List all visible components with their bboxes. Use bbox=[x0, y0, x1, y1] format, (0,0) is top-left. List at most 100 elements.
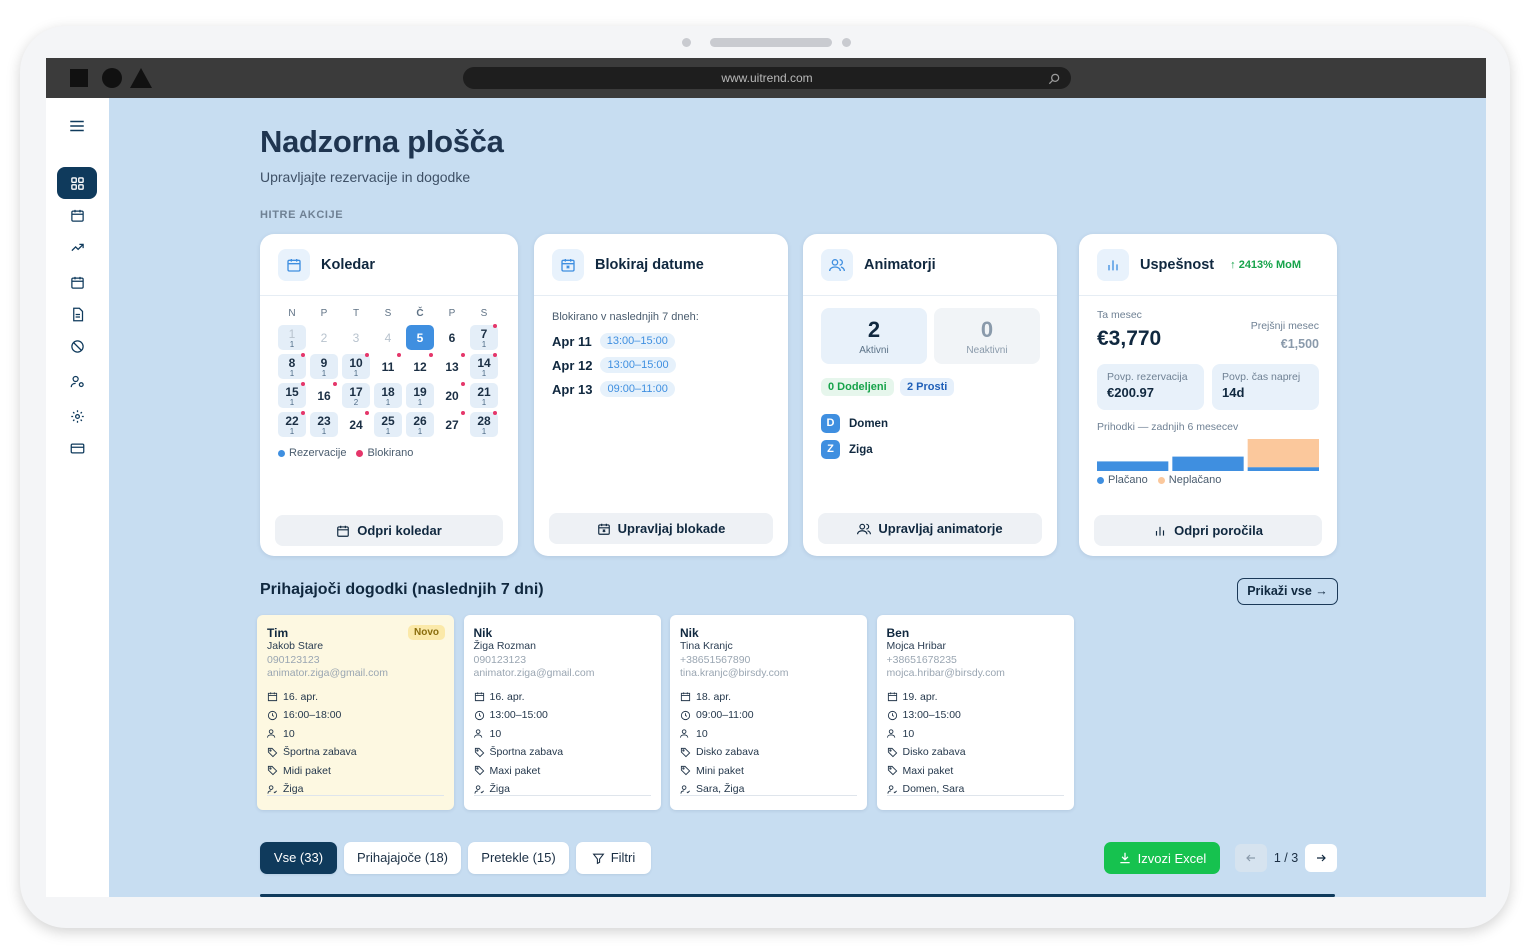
calendar-day[interactable]: 4 bbox=[374, 325, 402, 350]
active-label: Aktivni bbox=[859, 345, 889, 356]
blocked-time: 13:00–15:00 bbox=[600, 357, 676, 373]
event-card[interactable]: Nik Žiga Rozman 090123123 animator.ziga@gma… bbox=[463, 615, 661, 810]
event-type: Športna zabava bbox=[474, 743, 651, 762]
next-page-button[interactable] bbox=[1305, 844, 1337, 872]
calendar-day[interactable]: 14 1 bbox=[470, 353, 498, 379]
clock-icon bbox=[887, 710, 897, 720]
show-all-button[interactable]: Prikaži vse → bbox=[1237, 578, 1338, 605]
credit-card-icon[interactable] bbox=[57, 432, 97, 464]
calendar-day[interactable]: 28 1 bbox=[470, 411, 498, 437]
divider bbox=[473, 795, 651, 796]
open-calendar-button[interactable]: Odpri koledar bbox=[275, 515, 503, 546]
divider bbox=[886, 795, 1064, 796]
dashboard-icon[interactable] bbox=[57, 167, 97, 199]
reservation-count: 1 bbox=[385, 398, 391, 407]
blocked-dot bbox=[301, 411, 305, 415]
user-check-icon bbox=[267, 785, 277, 794]
tag-icon bbox=[680, 766, 691, 776]
open-reports-button[interactable]: Odpri poročila bbox=[1094, 515, 1322, 546]
screen: www.uitrend.com Nadzorna plošča Upravlja… bbox=[46, 58, 1486, 897]
prev-month-label: Prejšnji mesec bbox=[1250, 320, 1319, 332]
manage-animators-button[interactable]: Upravljaj animatorje bbox=[818, 513, 1042, 544]
animator-item[interactable]: D Domen bbox=[821, 414, 888, 433]
day-number: 26 bbox=[413, 414, 427, 428]
animator-name: Domen bbox=[849, 417, 888, 430]
sensor-dot bbox=[842, 38, 851, 47]
blocked-icon[interactable] bbox=[57, 330, 97, 362]
calendar-day[interactable]: 11 bbox=[374, 353, 402, 379]
calendar-day[interactable]: 27 bbox=[438, 411, 466, 437]
calendar-day[interactable]: 2 bbox=[310, 325, 338, 350]
calendar-day[interactable]: 11 bbox=[278, 325, 306, 350]
filter-upcoming-button[interactable]: Prihajajoče (18) bbox=[344, 842, 461, 874]
day-number: 16 bbox=[317, 389, 331, 403]
avatar: Z bbox=[821, 440, 840, 459]
event-card[interactable]: Nik Tina Kranjc +38651567890 tina.kranjc@bi… bbox=[670, 615, 867, 810]
bar-chart-icon bbox=[1155, 526, 1165, 536]
customer-phone: +38651567890 bbox=[680, 653, 751, 666]
event-card[interactable]: Ben Mojca Hribar +38651678235 mojca.hribar@… bbox=[876, 615, 1074, 810]
new-badge: Novo bbox=[408, 625, 445, 640]
gear-icon[interactable] bbox=[57, 400, 97, 432]
avg-reservation-stat: Povp. rezervacija €200.97 bbox=[1097, 364, 1204, 410]
calendar-day[interactable]: 22 1 bbox=[278, 411, 306, 437]
calendar-day[interactable]: 23 1 bbox=[310, 412, 338, 437]
event-date-value: 16. apr. bbox=[489, 690, 525, 703]
event-date: 19. apr. bbox=[887, 688, 1064, 707]
calendar-day[interactable]: 12 bbox=[406, 353, 434, 379]
calendar-day[interactable]: 21 1 bbox=[470, 383, 498, 408]
document-icon[interactable] bbox=[57, 298, 97, 330]
filter-all-button[interactable]: Vse (33) bbox=[260, 842, 337, 874]
avg-lead-time-label: Povp. čas naprej bbox=[1222, 371, 1301, 383]
calendar-icon bbox=[267, 692, 278, 702]
filter-past-button[interactable]: Pretekle (15) bbox=[468, 842, 569, 874]
calendar-day[interactable]: 5 bbox=[406, 325, 434, 350]
calendar-day[interactable]: 81 bbox=[278, 353, 306, 379]
address-bar[interactable]: www.uitrend.com bbox=[463, 67, 1071, 89]
calendar-day[interactable]: 13 bbox=[438, 353, 466, 379]
calendar-icon bbox=[887, 692, 897, 702]
calendar-day[interactable]: 6 bbox=[438, 325, 466, 350]
sidebar bbox=[46, 98, 109, 897]
day-number: 22 bbox=[285, 414, 299, 428]
avg-lead-time-value: 14d bbox=[1222, 385, 1245, 400]
calendar-day[interactable]: 17 2 bbox=[342, 383, 370, 408]
upcoming-events-title: Prihajajoči dogodki (naslednjih 7 dni) bbox=[260, 581, 544, 598]
blocked-dot bbox=[429, 353, 433, 357]
users-icon bbox=[821, 248, 853, 281]
calendar-day[interactable]: 25 1 bbox=[374, 412, 402, 437]
event-type: Disko zabava bbox=[680, 743, 857, 762]
day-number: 14 bbox=[477, 356, 491, 370]
search-icon[interactable] bbox=[1047, 71, 1061, 93]
calendar-day[interactable]: 91 bbox=[310, 354, 338, 379]
calendar-day[interactable]: 24 bbox=[342, 411, 370, 437]
menu-icon[interactable] bbox=[57, 110, 97, 142]
event-animators-value: Žiga bbox=[283, 783, 304, 796]
circle-shape-icon bbox=[102, 68, 122, 88]
calendar-day[interactable]: 71 bbox=[470, 324, 498, 350]
tag-icon bbox=[887, 766, 897, 776]
calendar-day[interactable]: 20 bbox=[438, 382, 466, 408]
calendar-day[interactable]: 16 bbox=[310, 382, 338, 408]
event-type-value: Športna zabava bbox=[283, 746, 357, 759]
trending-up-icon[interactable] bbox=[57, 231, 97, 263]
animator-item[interactable]: Z Ziga bbox=[821, 440, 873, 459]
export-excel-button[interactable]: Izvozi Excel bbox=[1104, 842, 1220, 874]
event-animators-value: Žiga bbox=[489, 783, 510, 796]
calendar-events-icon[interactable] bbox=[57, 266, 97, 298]
calendar-day[interactable]: 15 1 bbox=[278, 382, 306, 408]
event-card[interactable]: Tim Novo Jakob Stare 090123123 animator.ziga… bbox=[257, 615, 454, 810]
calendar-icon[interactable] bbox=[57, 199, 97, 231]
calendar-day[interactable]: 10 1 bbox=[342, 353, 370, 379]
manage-blocks-button[interactable]: Upravljaj blokade bbox=[549, 513, 773, 544]
calendar-day[interactable]: 26 1 bbox=[406, 412, 434, 437]
prev-page-button[interactable] bbox=[1235, 844, 1267, 872]
clock-icon bbox=[267, 710, 278, 720]
calendar-day[interactable]: 19 1 bbox=[406, 383, 434, 408]
filters-button[interactable]: Filtri bbox=[576, 842, 651, 874]
calendar-day[interactable]: 3 bbox=[342, 325, 370, 350]
event-package-value: Maxi paket bbox=[902, 764, 954, 777]
calendar-day[interactable]: 18 1 bbox=[374, 383, 402, 408]
user-settings-icon[interactable] bbox=[57, 365, 97, 397]
day-number: 6 bbox=[448, 331, 456, 345]
